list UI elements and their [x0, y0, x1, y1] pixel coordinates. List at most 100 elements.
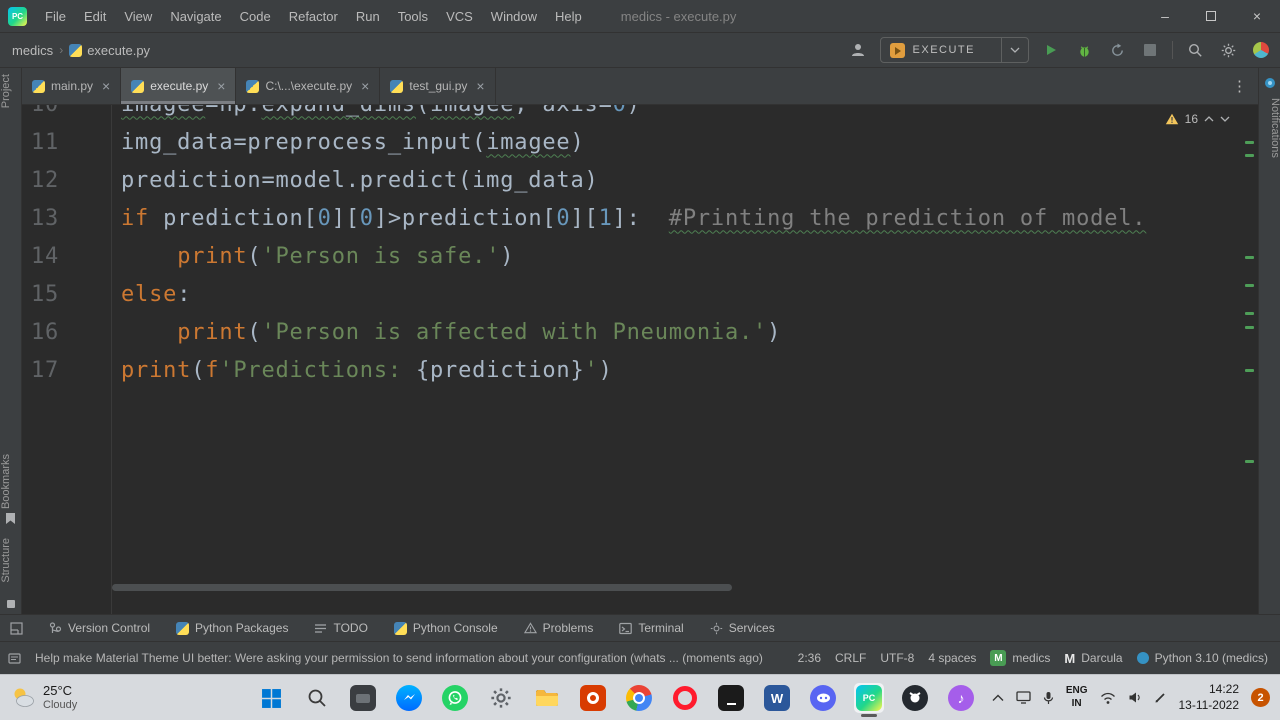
- tool-window-problems[interactable]: Problems: [523, 621, 593, 635]
- code-text[interactable]: imagee=np.expand_dims(imagee, axis=0): [111, 105, 641, 117]
- user-settings-icon[interactable]: [847, 39, 869, 61]
- file-encoding[interactable]: UTF-8: [880, 651, 914, 665]
- chrome-icon[interactable]: [624, 683, 654, 713]
- search-everywhere-icon[interactable]: [1184, 39, 1206, 61]
- line-number[interactable]: 11: [22, 130, 111, 155]
- inspections-widget[interactable]: 16: [1165, 112, 1230, 126]
- tool-window-python-console[interactable]: Python Console: [393, 621, 498, 635]
- github-icon[interactable]: [900, 683, 930, 713]
- tab-main-py[interactable]: main.py ×: [22, 68, 122, 104]
- tab-options-icon[interactable]: ⋮: [1222, 68, 1258, 104]
- interpreter-selector[interactable]: Python 3.10 (medics): [1136, 651, 1268, 665]
- close-tab-icon[interactable]: ×: [476, 78, 484, 94]
- stripe-button-project[interactable]: Project: [0, 74, 22, 108]
- tool-window-python-packages[interactable]: Python Packages: [176, 621, 288, 635]
- microphone-icon[interactable]: [1043, 691, 1054, 705]
- files-dark-icon[interactable]: [348, 683, 378, 713]
- messenger-icon[interactable]: [394, 683, 424, 713]
- file-explorer-icon[interactable]: [532, 683, 562, 713]
- menu-help[interactable]: Help: [546, 9, 591, 24]
- horizontal-scrollbar[interactable]: [112, 584, 732, 591]
- minimize-button[interactable]: –: [1142, 0, 1188, 33]
- line-number[interactable]: 10: [22, 105, 111, 117]
- start-icon[interactable]: [256, 683, 286, 713]
- close-button[interactable]: ×: [1234, 0, 1280, 33]
- prev-warning-icon[interactable]: [1204, 116, 1214, 122]
- line-number[interactable]: 15: [22, 282, 111, 307]
- tool-window-todo[interactable]: TODO: [314, 621, 368, 635]
- menu-window[interactable]: Window: [482, 9, 546, 24]
- code-text[interactable]: print(f'Predictions: {prediction}'): [111, 358, 613, 383]
- code-text[interactable]: print('Person is affected with Pneumonia…: [111, 320, 781, 345]
- whatsapp-icon[interactable]: [440, 683, 470, 713]
- code-editor[interactable]: 10imagee=np.expand_dims(imagee, axis=0) 1…: [22, 105, 1258, 614]
- line-number[interactable]: 12: [22, 168, 111, 193]
- tool-window-version-control[interactable]: Version Control: [49, 621, 150, 635]
- menu-code[interactable]: Code: [231, 9, 280, 24]
- run-button[interactable]: [1040, 39, 1062, 61]
- code-text[interactable]: prediction=model.predict(img_data): [111, 168, 599, 193]
- menu-edit[interactable]: Edit: [75, 9, 115, 24]
- language-indicator[interactable]: ENG IN: [1066, 685, 1088, 710]
- pycharm-icon[interactable]: PC: [854, 683, 884, 717]
- maximize-button[interactable]: [1188, 0, 1234, 33]
- settings-gear-icon[interactable]: [1217, 39, 1239, 61]
- code-text[interactable]: else:: [111, 282, 191, 307]
- settings-icon[interactable]: [486, 683, 516, 713]
- pen-icon[interactable]: [1154, 691, 1167, 704]
- breadcrumb-project[interactable]: medics: [12, 43, 53, 58]
- notification-badge[interactable]: 2: [1251, 688, 1270, 707]
- volume-icon[interactable]: [1128, 691, 1142, 704]
- code-text[interactable]: if prediction[0][0]>prediction[0][1]: #P…: [111, 206, 1146, 231]
- run-configuration-select[interactable]: EXECUTE: [879, 37, 1029, 63]
- bookmark-icon[interactable]: [5, 512, 16, 530]
- clock-widget[interactable]: 14:22 13-11-2022: [1179, 682, 1240, 713]
- rerun-coverage-button[interactable]: [1106, 39, 1128, 61]
- opera-icon[interactable]: [670, 683, 700, 713]
- music-icon[interactable]: ♪: [946, 683, 976, 713]
- word-icon[interactable]: W: [762, 683, 792, 713]
- menu-navigate[interactable]: Navigate: [161, 9, 230, 24]
- event-log-icon[interactable]: [8, 652, 21, 665]
- line-number[interactable]: 17: [22, 358, 111, 383]
- chevron-down-icon[interactable]: [1002, 47, 1028, 53]
- display-icon[interactable]: [1016, 691, 1031, 704]
- stripe-button-bookmarks[interactable]: Bookmarks: [0, 454, 22, 509]
- status-message[interactable]: Help make Material Theme UI better: Were…: [35, 651, 784, 665]
- notification-bell-icon[interactable]: [1264, 76, 1276, 94]
- tab-c-execute-py[interactable]: C:\...\execute.py ×: [236, 68, 381, 104]
- debug-button[interactable]: [1073, 39, 1095, 61]
- menu-refactor[interactable]: Refactor: [280, 9, 347, 24]
- search-icon[interactable]: [302, 683, 332, 713]
- menu-view[interactable]: View: [115, 9, 161, 24]
- theme-selector[interactable]: M Darcula: [1064, 651, 1122, 666]
- discord-icon[interactable]: [808, 683, 838, 713]
- line-number[interactable]: 13: [22, 206, 111, 231]
- tray-expand-icon[interactable]: [992, 694, 1004, 702]
- line-number[interactable]: 16: [22, 320, 111, 345]
- close-tab-icon[interactable]: ×: [102, 78, 110, 94]
- caret-position[interactable]: 2:36: [798, 651, 821, 665]
- indent-setting[interactable]: 4 spaces: [928, 651, 976, 665]
- stripe-button-structure[interactable]: Structure: [0, 538, 22, 583]
- tab-execute-py[interactable]: execute.py ×: [121, 68, 237, 104]
- material-theme-icon[interactable]: [1250, 39, 1272, 61]
- menu-tools[interactable]: Tools: [389, 9, 437, 24]
- menu-vcs[interactable]: VCS: [437, 9, 482, 24]
- line-separator[interactable]: CRLF: [835, 651, 866, 665]
- stripe-button-notifications[interactable]: Notifications: [1259, 98, 1280, 158]
- commit-icon[interactable]: [6, 596, 16, 614]
- next-warning-icon[interactable]: [1220, 116, 1230, 122]
- menu-file[interactable]: File: [36, 9, 75, 24]
- menu-run[interactable]: Run: [347, 9, 389, 24]
- material-project-badge[interactable]: M medics: [990, 650, 1050, 666]
- stop-button[interactable]: [1139, 39, 1161, 61]
- tool-window-services[interactable]: Services: [710, 621, 775, 635]
- line-number[interactable]: 14: [22, 244, 111, 269]
- code-text[interactable]: img_data=preprocess_input(imagee): [111, 130, 585, 155]
- weather-widget[interactable]: 25°C Cloudy: [0, 683, 77, 712]
- close-tab-icon[interactable]: ×: [217, 78, 225, 94]
- office-icon[interactable]: [578, 683, 608, 713]
- tool-window-switcher-icon[interactable]: [10, 621, 23, 635]
- intellij-icon[interactable]: [716, 683, 746, 713]
